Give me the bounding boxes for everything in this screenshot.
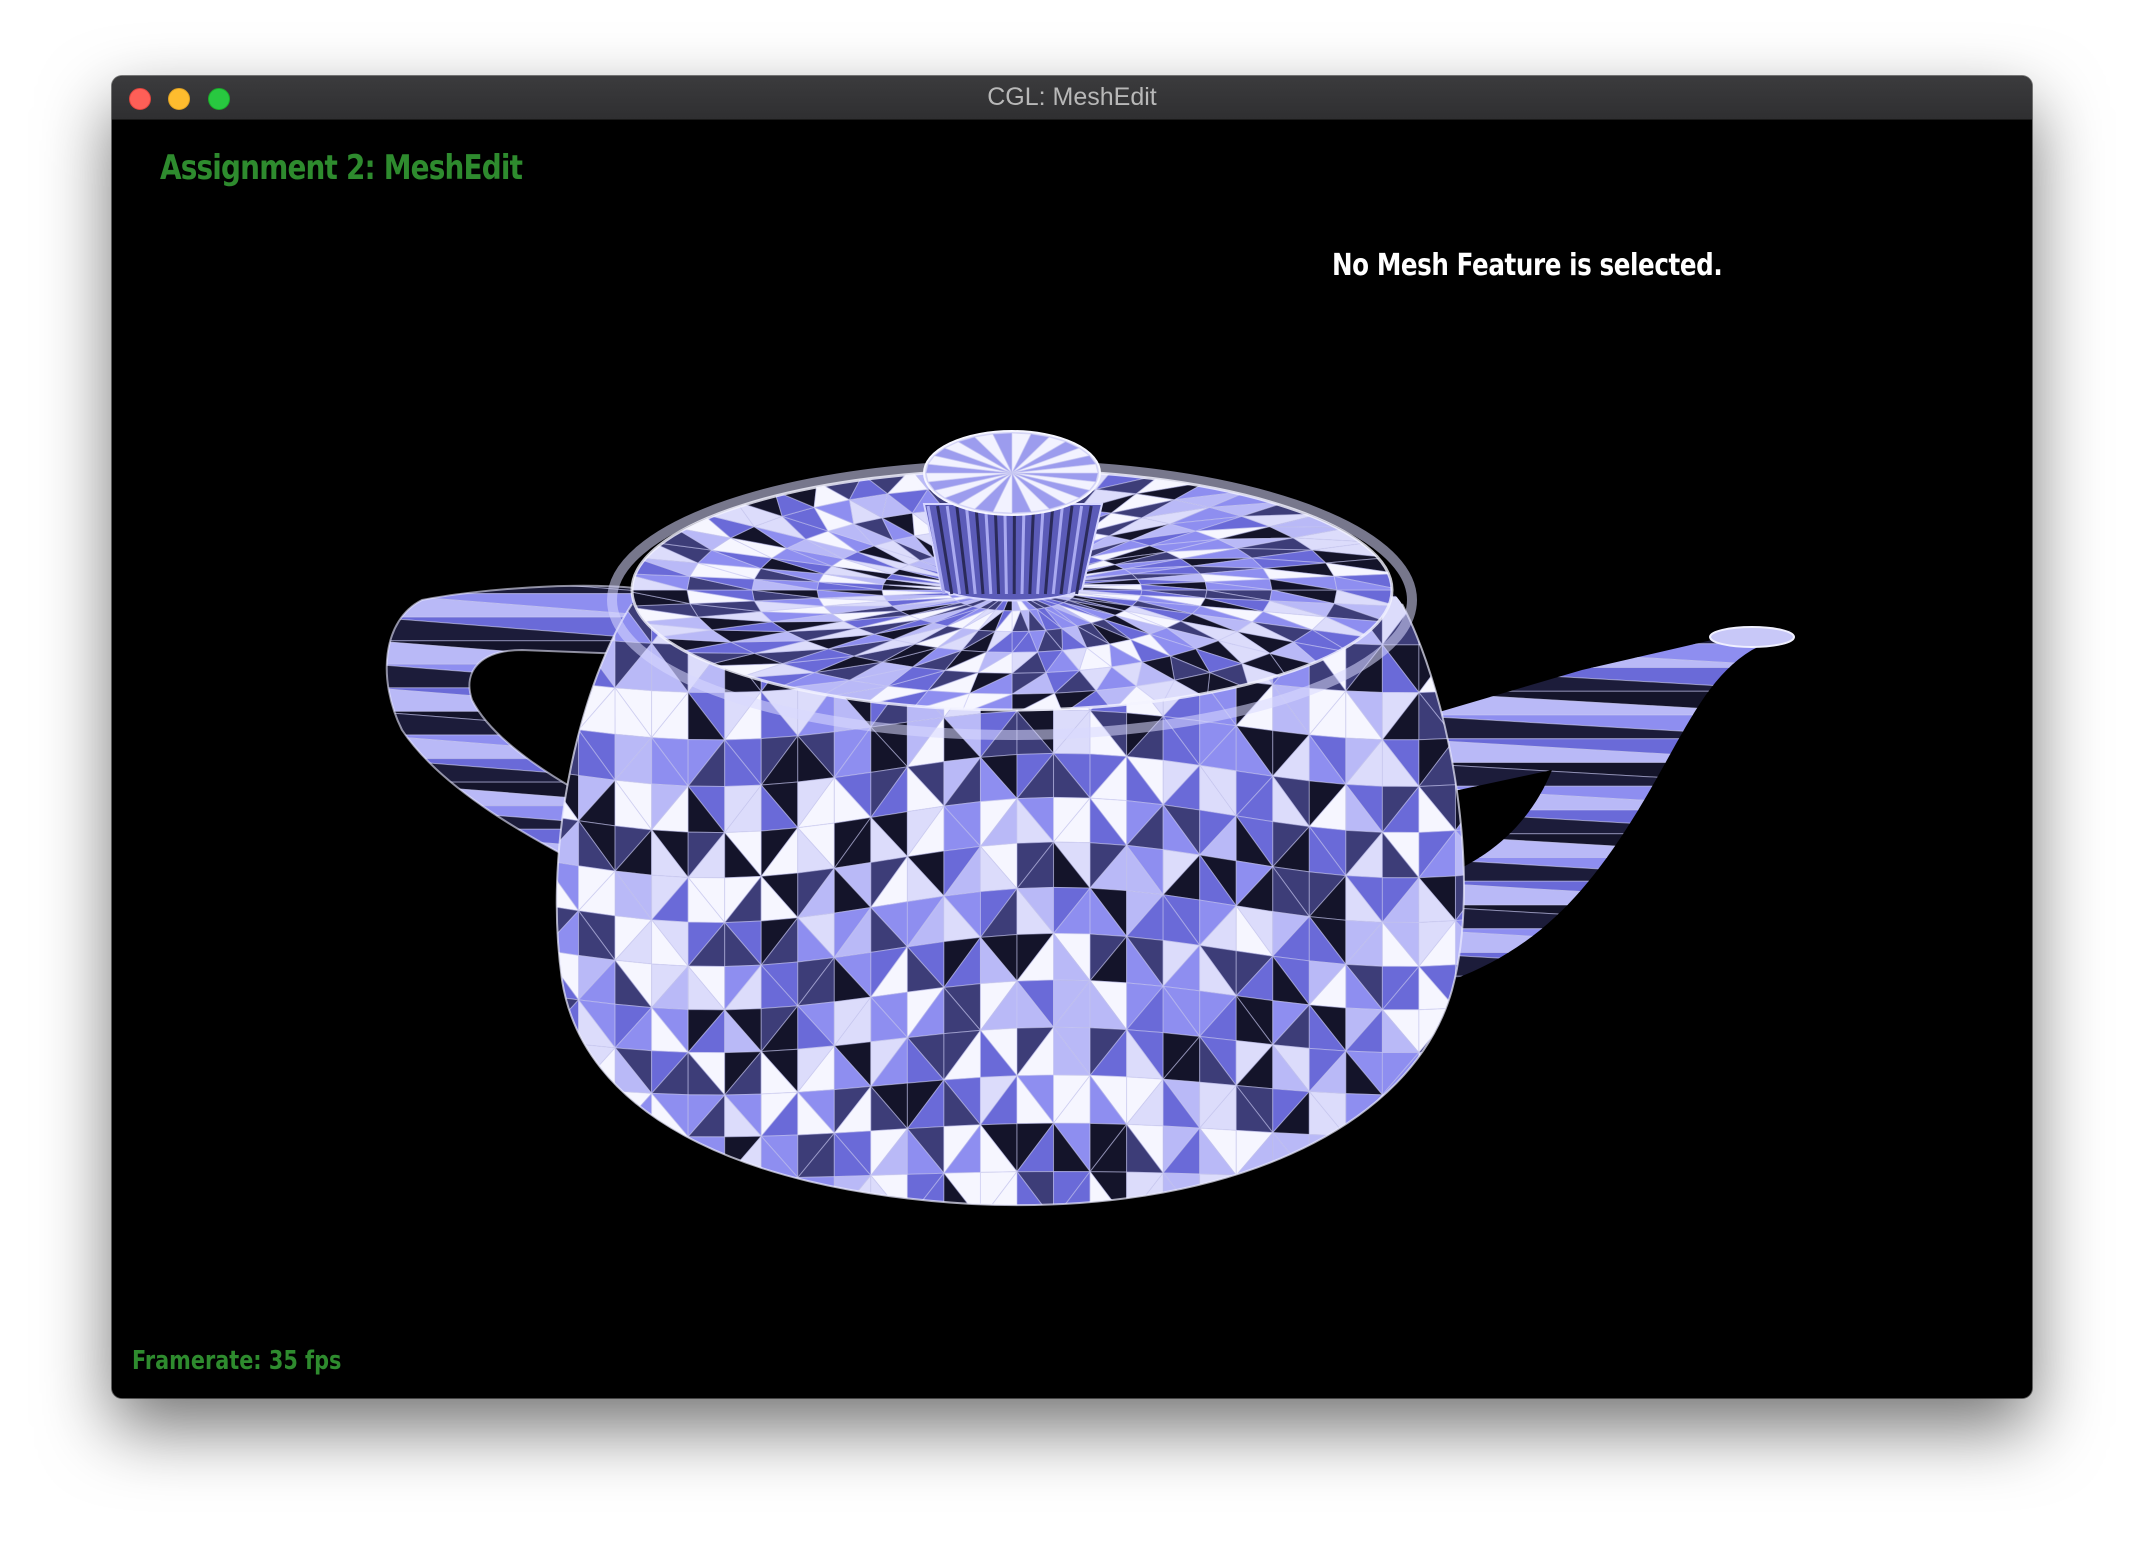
render-viewport[interactable]: Assignment 2: MeshEdit No Mesh Feature i… — [112, 120, 2032, 1398]
framerate-readout: Framerate: 35 fps — [132, 1346, 342, 1376]
assignment-title: Assignment 2: MeshEdit — [160, 148, 523, 188]
selection-status: No Mesh Feature is selected. — [1332, 248, 1723, 283]
window-title: CGL: MeshEdit — [987, 83, 1157, 111]
app-window: CGL: MeshEdit Assignment 2: MeshEdit No … — [112, 76, 2032, 1398]
teapot-mesh[interactable] — [112, 120, 2032, 1398]
title-bar[interactable]: CGL: MeshEdit — [112, 76, 2032, 120]
